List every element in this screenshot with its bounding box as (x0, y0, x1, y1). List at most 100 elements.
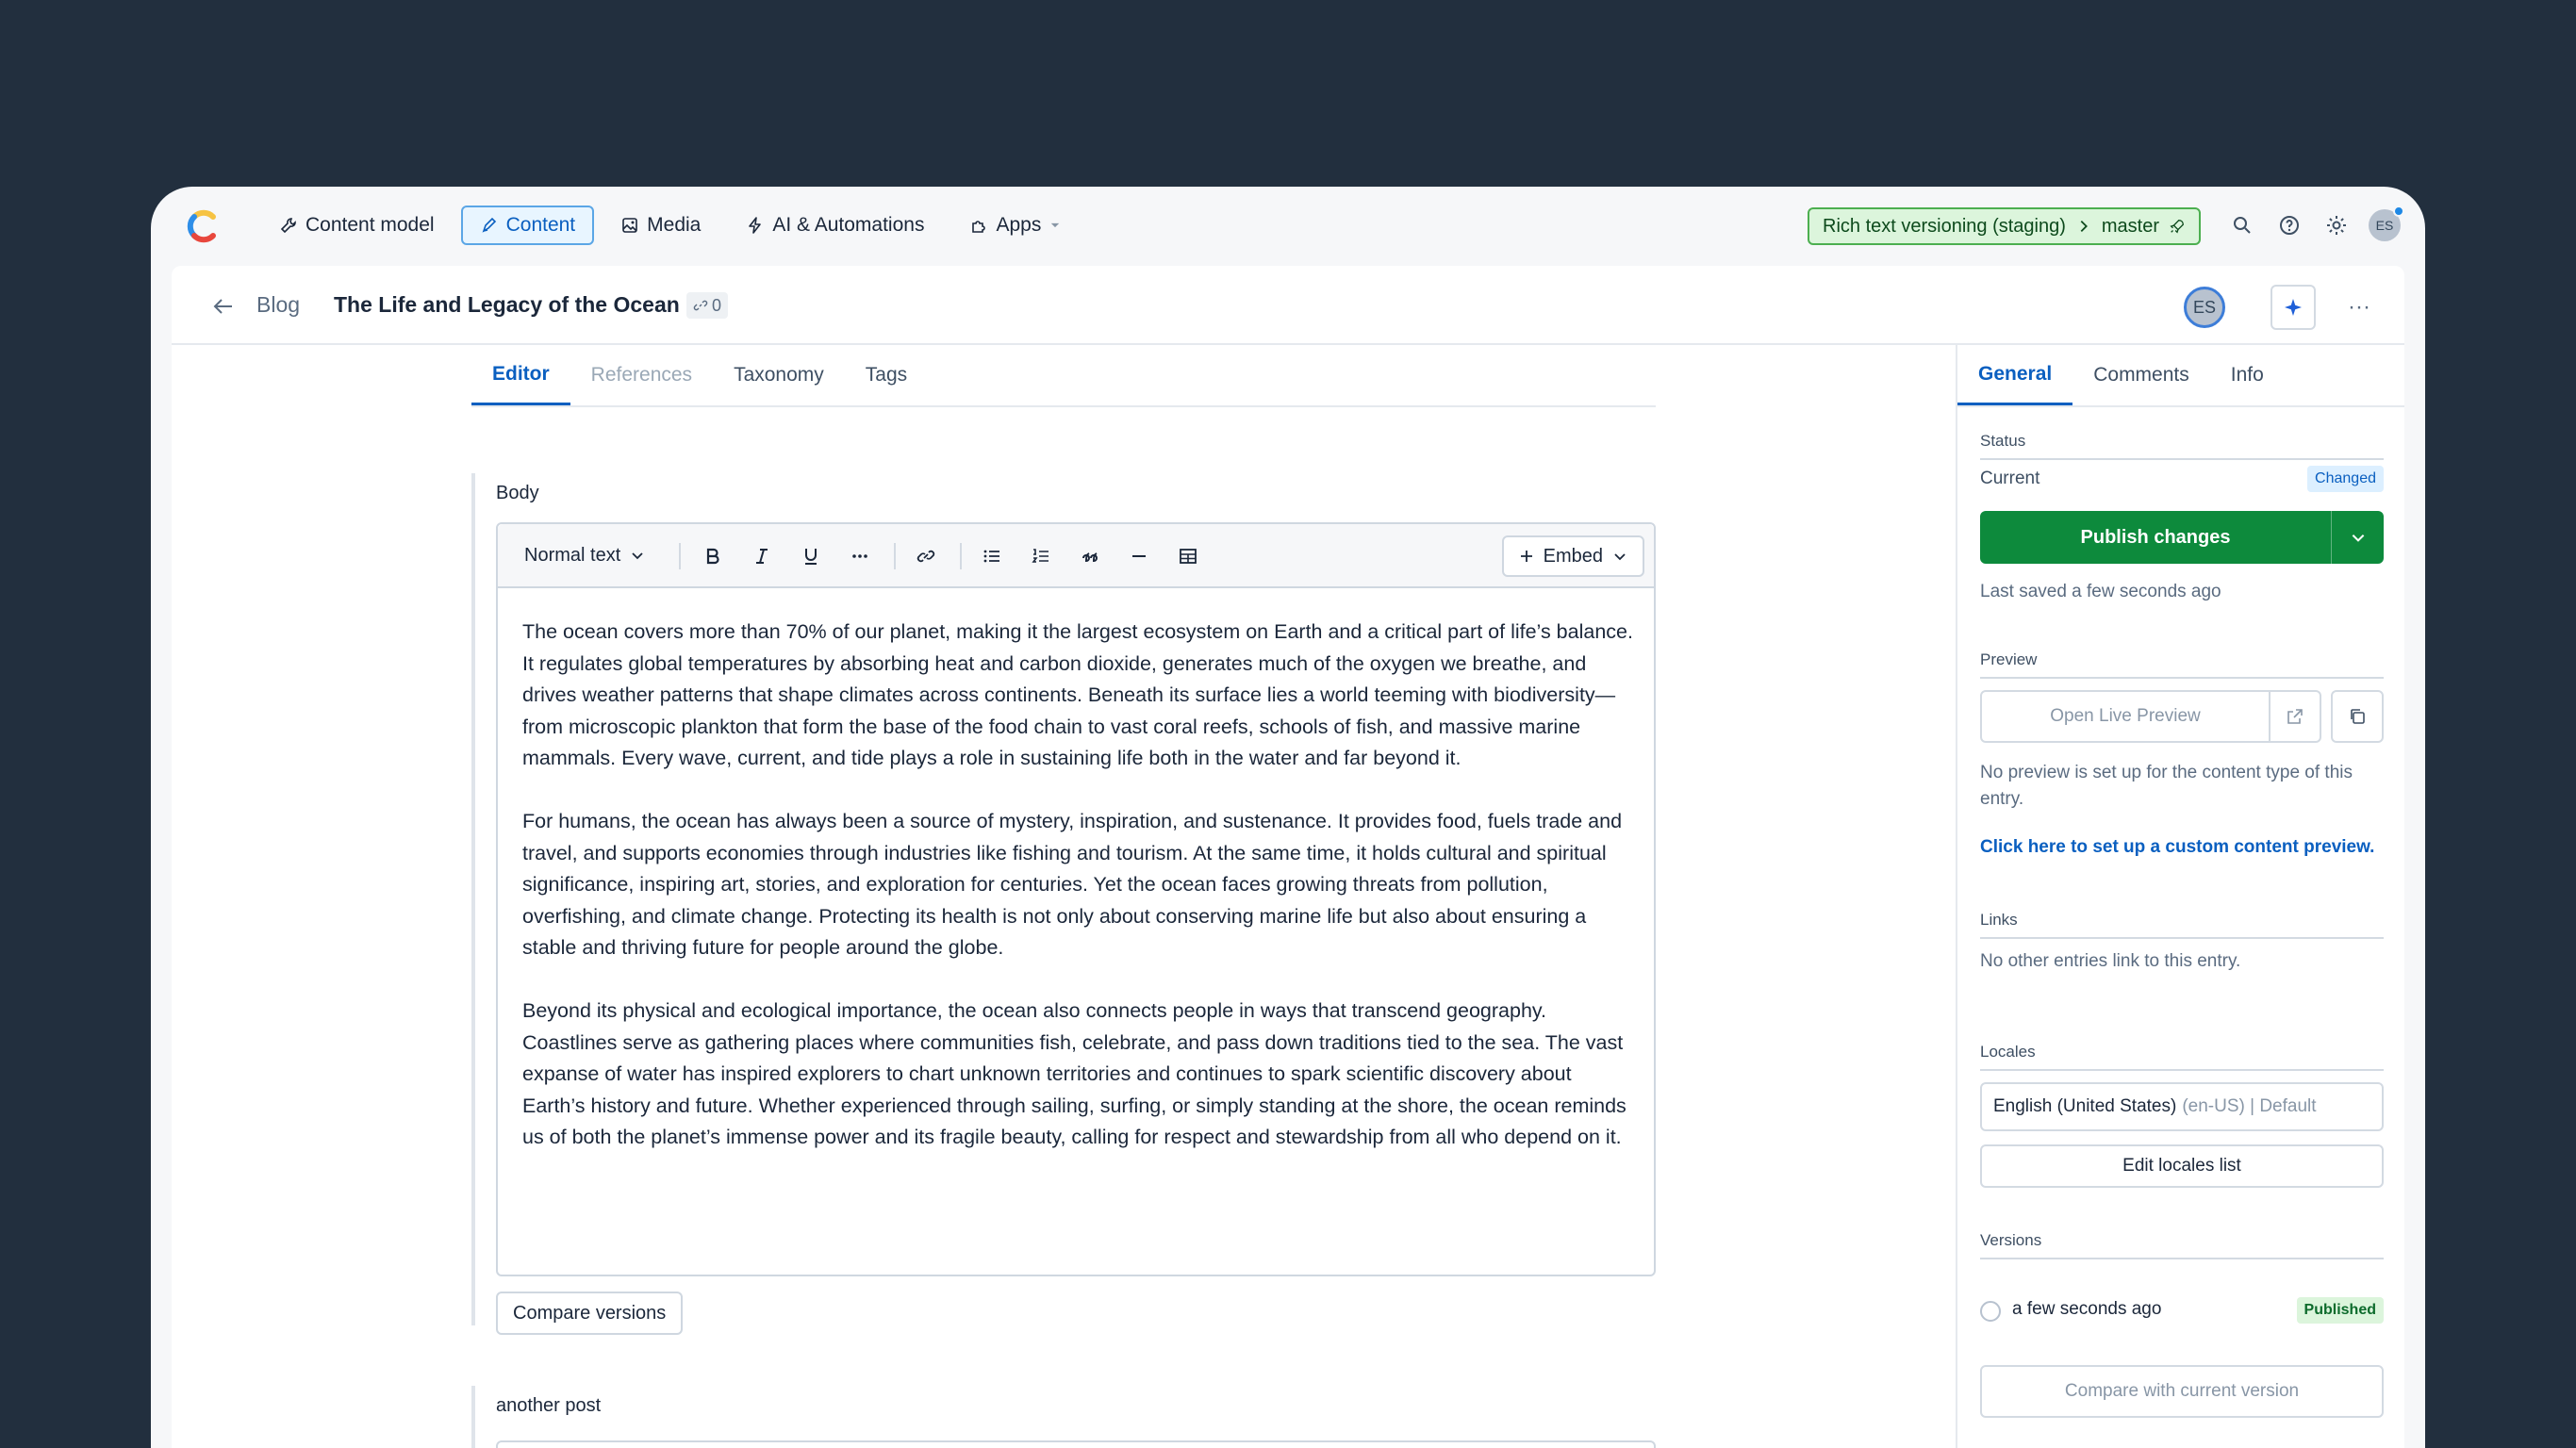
edit-locales-label: Edit locales list (2122, 1156, 2241, 1176)
table-button[interactable] (1171, 539, 1205, 573)
puzzle-icon (972, 221, 986, 233)
links-section-title: Links (1980, 911, 2384, 939)
settings-button[interactable] (2321, 210, 2352, 240)
environment-switcher[interactable]: Rich text versioning (staging) master (1808, 207, 2202, 245)
app-window: Content model Content Media AI & Automat… (151, 187, 2425, 1448)
compare-versions-button[interactable]: Compare versions (496, 1292, 684, 1335)
sidebar-tabs: General Comments Info (1957, 345, 2404, 407)
publish-label: Publish changes (2080, 526, 2231, 548)
search-button[interactable] (2227, 210, 2257, 240)
contentful-logo-icon[interactable] (185, 207, 223, 245)
user-avatar[interactable]: ES (2369, 206, 2404, 241)
tab-tags[interactable]: Tags (845, 345, 928, 405)
quote-button[interactable] (1073, 539, 1107, 573)
preview-controls: Open Live Preview (1980, 690, 2384, 743)
version-radio[interactable] (1980, 1301, 2001, 1322)
top-utility-icons: ES (2227, 206, 2404, 241)
paragraph[interactable]: For humans, the ocean has always been a … (522, 806, 1635, 964)
toolbar-separator (894, 543, 896, 569)
link-icon (693, 300, 708, 311)
pen-icon (482, 217, 496, 233)
default-locale-field: English (United States) (en-US) | Defaul… (1980, 1082, 2384, 1131)
publish-changes-button[interactable]: Publish changes (1980, 511, 2384, 564)
help-button[interactable] (2274, 210, 2304, 240)
bold-button[interactable] (696, 539, 730, 573)
field-indicator-bar (471, 1386, 475, 1448)
bulleted-list-button[interactable] (975, 539, 1009, 573)
nav-content[interactable]: Content (460, 206, 595, 245)
text-format-dropdown[interactable]: Normal text (507, 535, 662, 575)
paragraph[interactable]: The ocean covers more than 70% of our pl… (522, 617, 1635, 775)
top-nav: Content model Content Media AI & Automat… (151, 187, 2425, 266)
toolbar-separator (679, 543, 681, 569)
setup-preview-link[interactable]: Click here to set up a custom content pr… (1980, 837, 2374, 858)
ai-assistant-button[interactable] (2271, 285, 2316, 330)
nav-label: AI & Automations (772, 214, 925, 236)
nav-ai-automations[interactable]: AI & Automations (727, 206, 943, 245)
plus-icon (1520, 551, 1532, 562)
bold-icon (706, 548, 719, 565)
ellipsis-icon (852, 554, 867, 558)
locale-meta: (en-US) | Default (2182, 1096, 2317, 1116)
copy-preview-button[interactable] (2331, 690, 2384, 743)
paragraph[interactable]: Beyond its physical and ecological impor… (522, 996, 1635, 1154)
bullet-list-icon (983, 550, 999, 563)
rich-text-toolbar: Normal text Embed (498, 524, 1654, 588)
status-section-title: Status (1980, 432, 2384, 460)
caret-down-icon (1051, 222, 1060, 228)
rich-text-content[interactable]: The ocean covers more than 70% of our pl… (522, 617, 1635, 1185)
tab-comments[interactable]: Comments (2072, 345, 2210, 405)
entry-panel: Blog The Life and Legacy of the Ocean 0 … (172, 266, 2404, 1448)
italic-button[interactable] (745, 539, 779, 573)
locales-section-title: Locales (1980, 1043, 2384, 1071)
main-nav: Content model Content Media AI & Automat… (260, 206, 1081, 245)
editor-tabs: Editor References Taxonomy Tags (471, 345, 1656, 407)
entry-sidebar: General Comments Info Status Current Cha… (1956, 345, 2404, 1448)
another-post-input[interactable] (496, 1440, 1656, 1448)
more-formatting-button[interactable] (843, 539, 877, 573)
nav-content-model[interactable]: Content model (260, 206, 454, 245)
publish-options-toggle[interactable] (2331, 511, 2384, 564)
preview-section-title: Preview (1980, 650, 2384, 679)
notification-dot (2393, 206, 2404, 217)
embed-button[interactable]: Embed (1501, 535, 1644, 577)
chevron-down-icon (2352, 535, 2364, 542)
table-icon (1180, 549, 1197, 564)
preview-note: No preview is set up for the content typ… (1980, 763, 2353, 809)
collaborator-avatar[interactable]: ES (2184, 287, 2225, 328)
open-live-preview-button[interactable]: Open Live Preview (1980, 690, 2321, 743)
nav-apps[interactable]: Apps (950, 206, 1081, 245)
copy-icon (2351, 709, 2365, 724)
space-name: Rich text versioning (staging) (1823, 215, 2066, 237)
search-icon (2234, 217, 2251, 234)
open-live-preview-label: Open Live Preview (2050, 706, 2201, 726)
hyperlink-button[interactable] (909, 539, 943, 573)
underline-icon (805, 549, 817, 565)
breadcrumb-content-type[interactable]: Blog (256, 292, 300, 318)
rich-text-editor: Normal text Embed The ocean covers more … (496, 522, 1656, 1276)
reference-count-badge[interactable]: 0 (686, 292, 729, 319)
published-badge: Published (2296, 1297, 2384, 1324)
wrench-icon (280, 218, 296, 234)
horizontal-rule-button[interactable] (1122, 539, 1156, 573)
open-external-button[interactable] (2269, 692, 2320, 741)
tab-taxonomy[interactable]: Taxonomy (713, 345, 845, 405)
back-arrow-icon[interactable] (211, 294, 236, 319)
tab-general[interactable]: General (1957, 345, 2073, 405)
field-label: another post (496, 1395, 602, 1416)
numbered-list-icon (1032, 549, 1049, 563)
numbered-list-button[interactable] (1024, 539, 1058, 573)
tab-info[interactable]: Info (2210, 345, 2285, 405)
tab-references[interactable]: References (570, 345, 713, 405)
underline-button[interactable] (794, 539, 828, 573)
text-format-label: Normal text (524, 544, 621, 566)
version-row[interactable]: a few seconds ago Published (1980, 1297, 2384, 1327)
tab-editor[interactable]: Editor (471, 345, 570, 405)
sparkle-icon (2285, 299, 2302, 316)
nav-media[interactable]: Media (602, 206, 719, 245)
compare-current-version-button[interactable]: Compare with current version (1980, 1365, 2384, 1418)
edit-locales-button[interactable]: Edit locales list (1980, 1144, 2384, 1188)
more-actions-button[interactable]: ··· (2337, 285, 2382, 330)
embed-label: Embed (1543, 545, 1603, 567)
gear-icon (2327, 216, 2346, 235)
